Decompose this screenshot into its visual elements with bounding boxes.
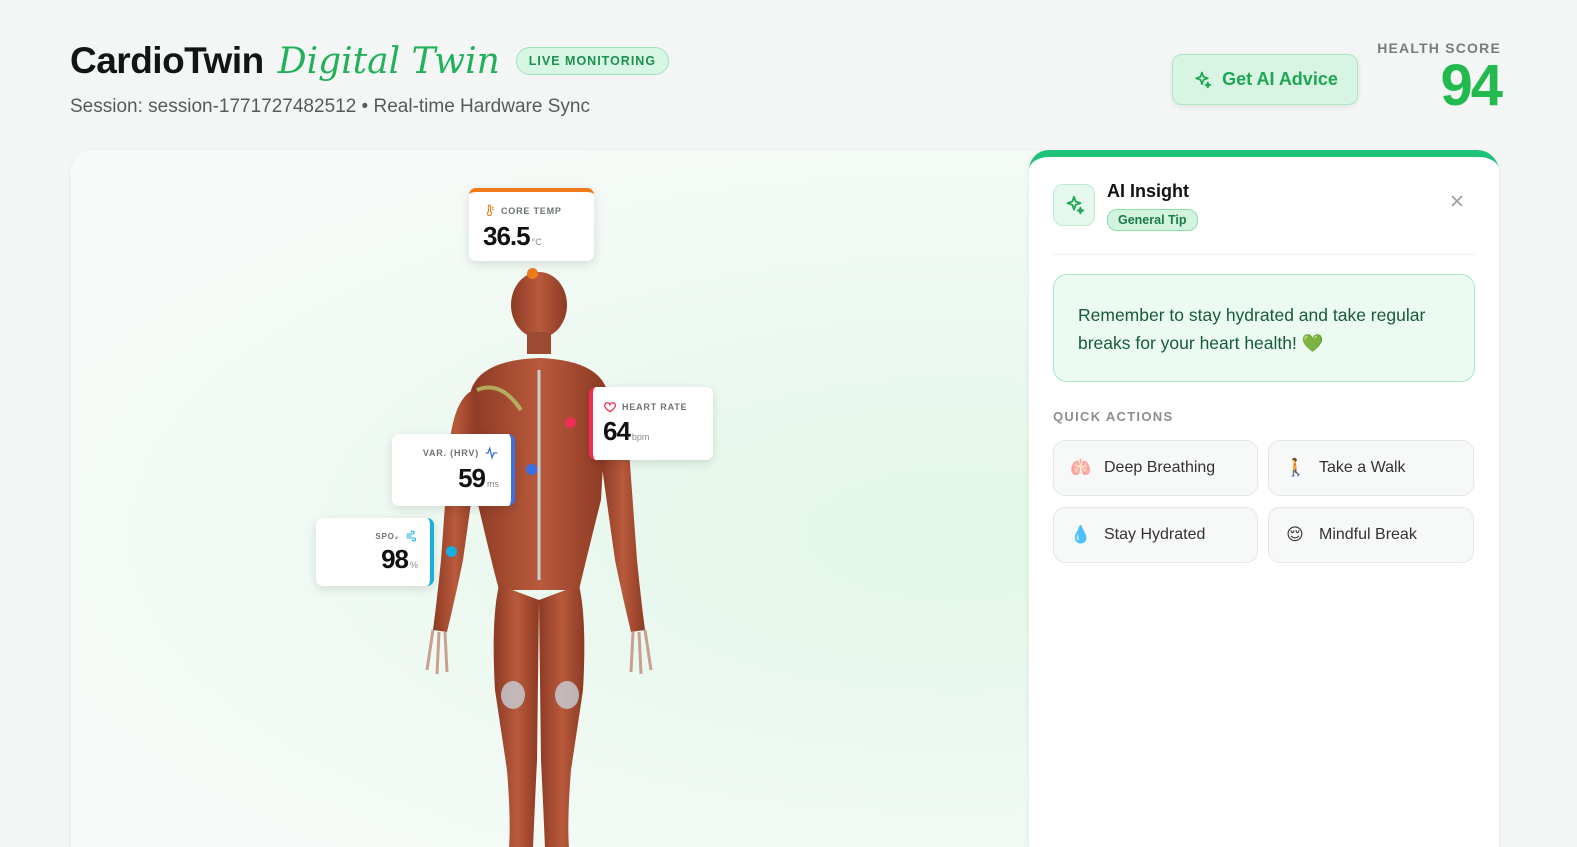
quick-action-deep-breathing[interactable]: 🫁 Deep Breathing <box>1053 440 1258 496</box>
thermometer-icon <box>486 204 494 217</box>
sparkles-icon <box>1066 195 1085 215</box>
quick-action-label: Take a Walk <box>1319 459 1406 476</box>
droplet-icon: 💧 <box>1070 525 1092 544</box>
health-score: HEALTH SCORE 94 <box>1377 40 1503 118</box>
spo2-label: SPO₂ <box>375 531 399 541</box>
core-temp-unit: °C <box>531 237 542 247</box>
get-ai-advice-button[interactable]: Get AI Advice <box>1172 54 1358 105</box>
wind-icon <box>406 530 417 542</box>
health-score-value: 94 <box>1440 53 1503 118</box>
spo2-card[interactable]: SPO₂ 98% <box>316 518 434 586</box>
spo2-label-row: SPO₂ <box>375 530 418 542</box>
header: CardioTwin Digital Twin LIVE MONITORING … <box>70 40 1503 130</box>
heart-rate-label-row: HEART RATE <box>603 400 687 414</box>
heart-rate-reading: 64 bpm <box>603 416 649 447</box>
close-icon[interactable] <box>1447 191 1467 211</box>
sparkles-icon <box>1195 71 1212 88</box>
core-temp-reading: 36.5 °C <box>483 221 542 252</box>
quick-action-label: Deep Breathing <box>1104 459 1216 476</box>
core-temp-label: CORE TEMP <box>501 205 562 216</box>
ai-insight-header: AI Insight General Tip <box>1053 177 1475 255</box>
ai-insight-title: AI Insight <box>1107 181 1189 201</box>
walking-person-icon: 🚶 <box>1285 458 1307 477</box>
pulse-icon <box>485 446 498 460</box>
hrv-card[interactable]: VAR. (HRV) 59 ms <box>392 434 515 506</box>
ai-insight-icon-box <box>1053 184 1095 226</box>
hrv-sensor-dot[interactable] <box>526 464 537 475</box>
core-temp-sensor-dot[interactable] <box>527 268 538 279</box>
heart-rate-value: 64 <box>603 416 631 446</box>
hrv-label: VAR. (HRV) <box>422 448 479 458</box>
spo2-reading: 98% <box>381 544 418 575</box>
heart-rate-label: HEART RATE <box>622 402 688 412</box>
core-temp-label-row: CORE TEMP <box>483 204 562 217</box>
hrv-reading: 59 ms <box>458 463 499 494</box>
get-ai-advice-label: Get AI Advice <box>1222 69 1338 89</box>
hrv-value: 59 <box>458 463 486 493</box>
heart-rate-card[interactable]: HEART RATE 64 bpm <box>589 387 713 460</box>
brand-subtitle: Digital Twin <box>277 40 500 82</box>
heart-rate-sensor-dot[interactable] <box>565 417 576 428</box>
spo2-unit: % <box>409 560 418 570</box>
ai-insight-panel: AI Insight General Tip Remember to stay … <box>1029 150 1499 847</box>
quick-actions-label: QUICK ACTIONS <box>1053 409 1174 424</box>
live-monitoring-badge: LIVE MONITORING <box>515 47 670 75</box>
spo2-sensor-dot[interactable] <box>446 546 457 557</box>
spo2-value: 98 <box>381 544 409 574</box>
quick-actions-grid: 🫁 Deep Breathing 🚶 Take a Walk 💧 Stay Hy… <box>1053 440 1474 563</box>
digital-twin-stage: CORE TEMP 36.5 °C HEART RATE 64 bpm VAR. (… <box>71 150 1499 847</box>
brand-title: CardioTwin <box>70 40 264 81</box>
quick-action-take-a-walk[interactable]: 🚶 Take a Walk <box>1268 440 1474 496</box>
hrv-unit: ms <box>487 479 499 489</box>
lungs-icon: 🫁 <box>1070 458 1092 477</box>
quick-action-label: Stay Hydrated <box>1104 526 1206 543</box>
quick-action-mindful-break[interactable]: 😌 Mindful Break <box>1268 507 1474 563</box>
relieved-face-icon: 😌 <box>1286 525 1304 544</box>
heart-rate-unit: bpm <box>631 432 650 442</box>
hrv-label-row: VAR. (HRV) <box>423 446 499 460</box>
heart-icon <box>603 402 617 413</box>
insight-message: Remember to stay hydrated and take regul… <box>1053 274 1475 382</box>
core-temp-value: 36.5 <box>483 221 531 251</box>
general-tip-badge: General Tip <box>1107 209 1198 231</box>
quick-action-stay-hydrated[interactable]: 💧 Stay Hydrated <box>1053 507 1258 563</box>
core-temp-card[interactable]: CORE TEMP 36.5 °C <box>469 188 594 261</box>
quick-action-label: Mindful Break <box>1319 526 1417 543</box>
